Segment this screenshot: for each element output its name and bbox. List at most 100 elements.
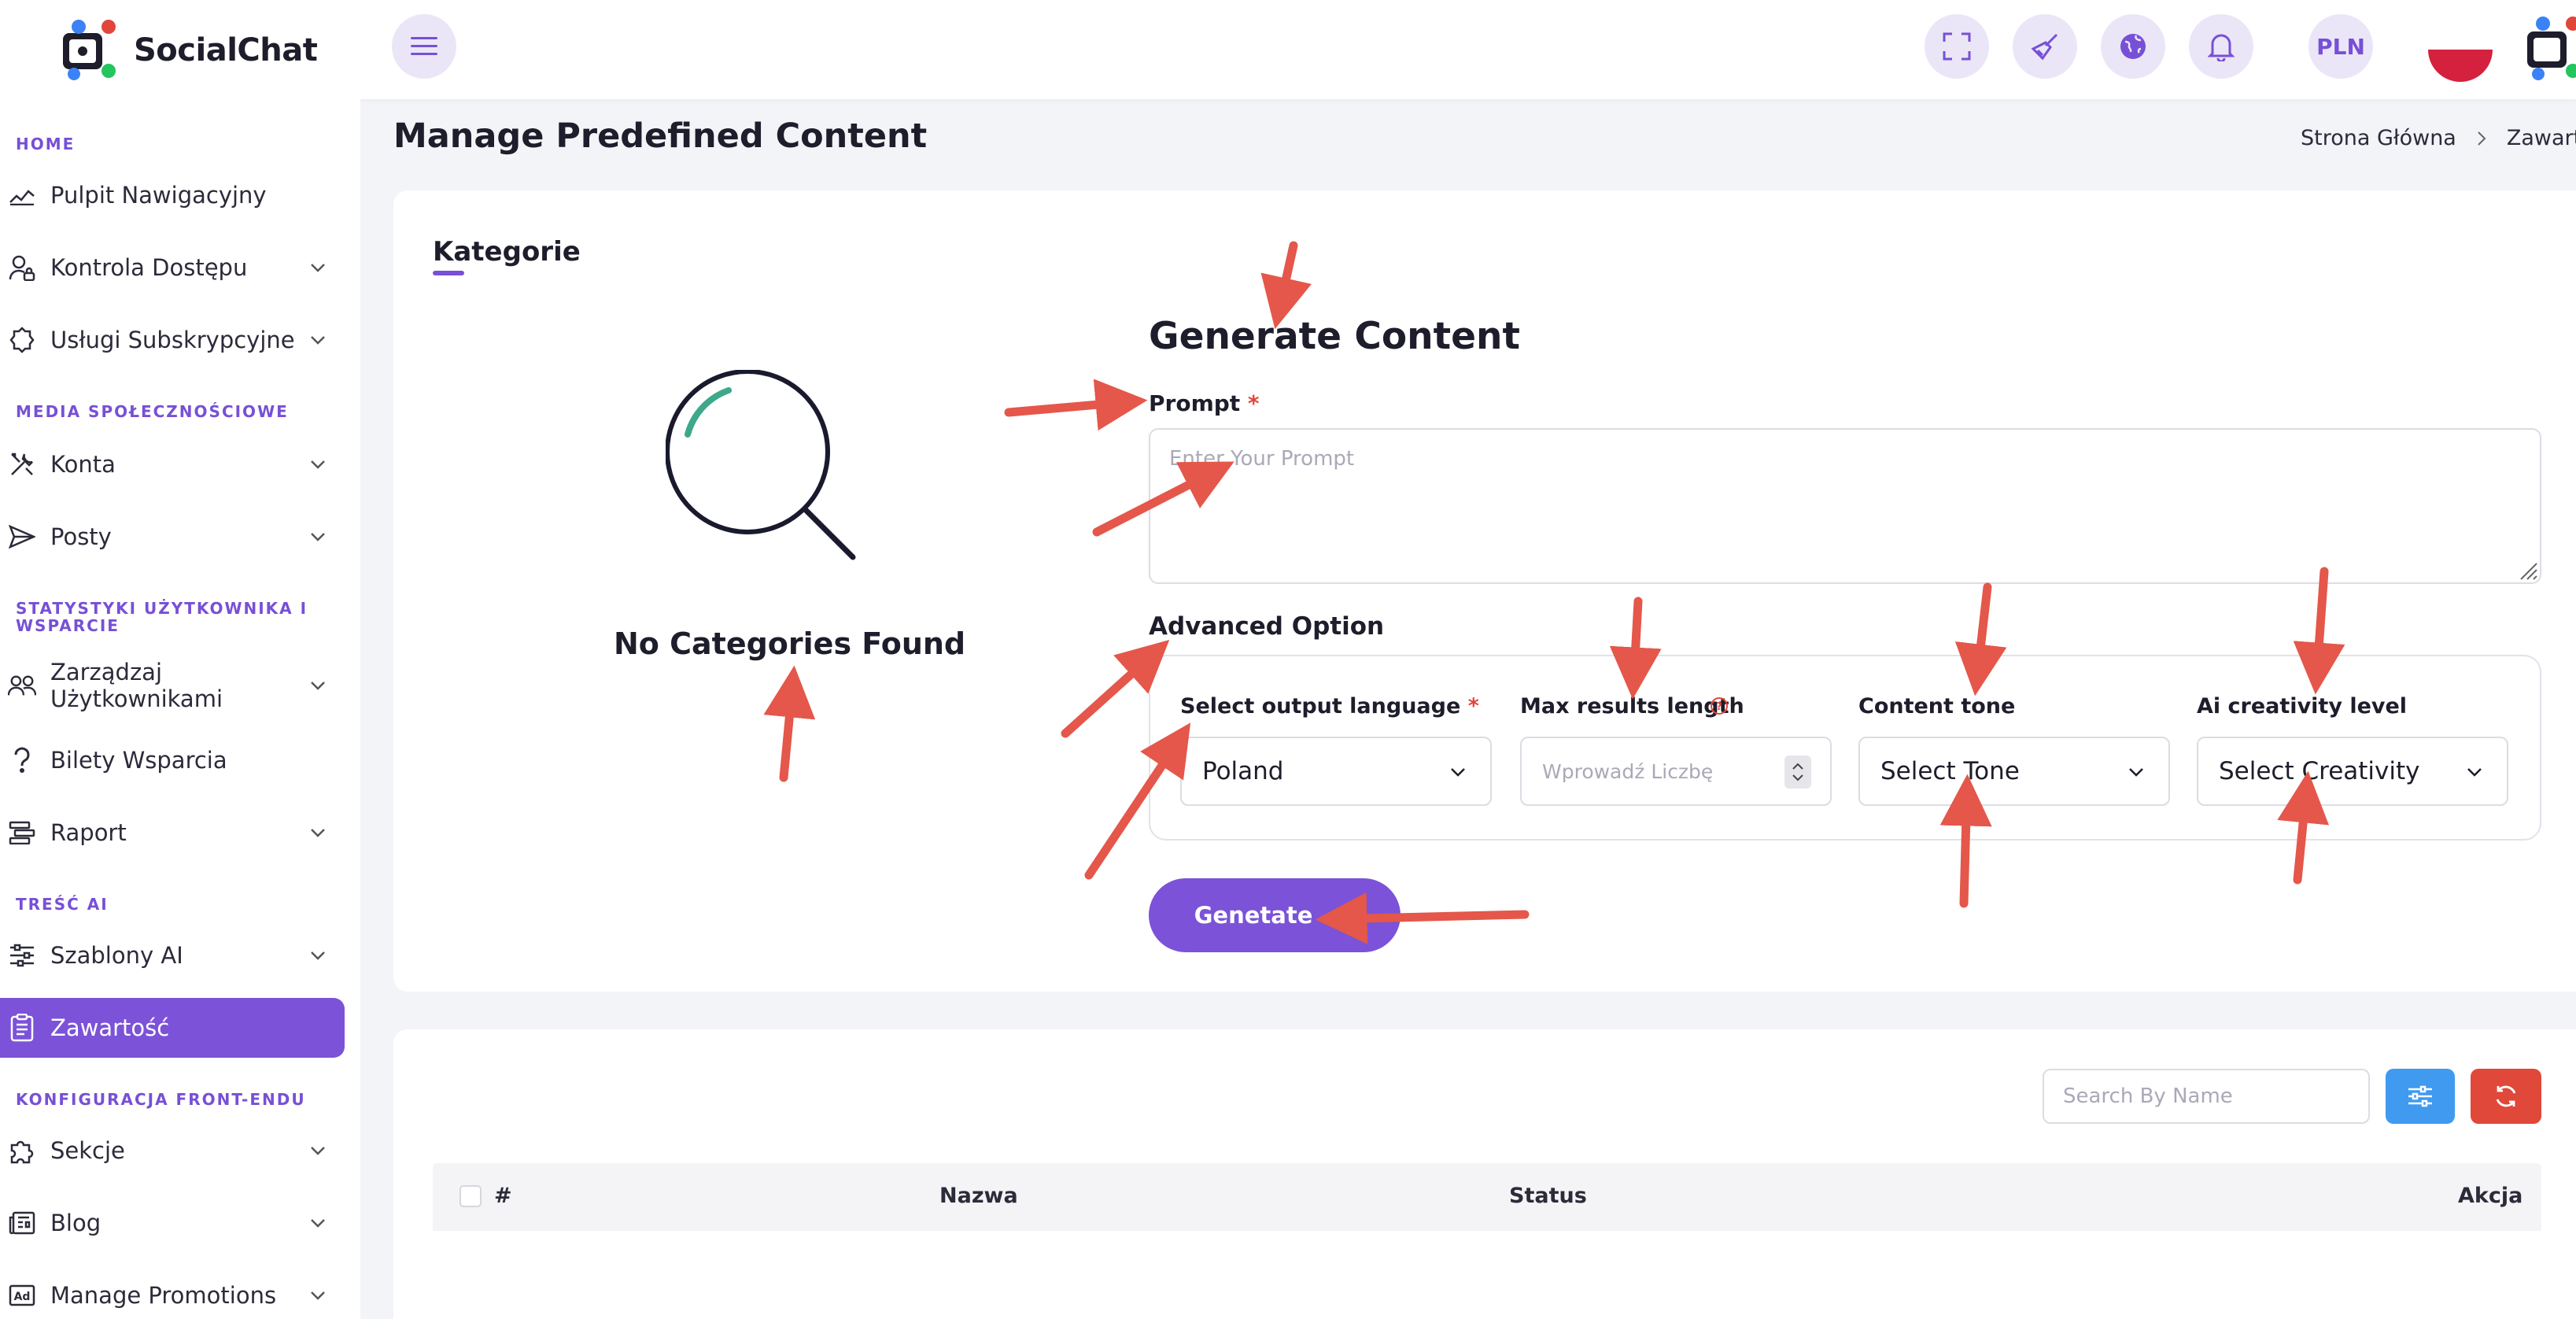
generate-button[interactable]: Genetate <box>1149 878 1401 952</box>
select-all-checkbox[interactable] <box>459 1185 482 1207</box>
resize-handle-icon[interactable] <box>2518 560 2538 581</box>
content-generator-card <box>393 190 2576 992</box>
filter-sliders-icon <box>2408 1085 2432 1107</box>
app-name: SocialChat <box>134 32 318 68</box>
sidebar-item-posty[interactable]: Posty <box>0 507 345 567</box>
prompt-textarea[interactable]: Enter Your Prompt <box>1149 428 2541 584</box>
chevron-down-icon <box>2467 768 2482 777</box>
chevron-down-icon <box>311 682 325 690</box>
currency-label: PLN <box>2316 33 2365 60</box>
prompt-placeholder: Enter Your Prompt <box>1169 447 1355 471</box>
app-logo[interactable]: SocialChat <box>60 9 318 91</box>
column-header-name[interactable]: Nazwa <box>939 1184 1018 1208</box>
chevron-down-icon <box>311 951 325 960</box>
sidebar-item-label: Szablony AI <box>50 942 183 969</box>
sidebar-section-title: TREŚĆ AI <box>16 895 109 914</box>
language-flag-poland[interactable] <box>2428 17 2493 82</box>
chevron-down-icon <box>311 533 325 541</box>
sidebar-section-title: KONFIGURACJA FRONT-ENDU <box>16 1090 306 1109</box>
sidebar-item-label: Raport <box>50 819 127 846</box>
notifications-button[interactable] <box>2189 14 2253 79</box>
sidebar-item-label: Bilety Wsparcia <box>50 747 227 774</box>
sidebar-item-label: Konta <box>50 451 116 478</box>
chevron-down-icon <box>311 264 325 272</box>
creativity-label: Ai creativity level <box>2197 694 2408 719</box>
chevron-down-icon <box>311 1219 325 1228</box>
column-header-status[interactable]: Status <box>1509 1184 1587 1208</box>
svg-text:?: ? <box>1716 701 1722 713</box>
badge-icon <box>8 326 36 354</box>
chevron-down-icon <box>311 829 325 837</box>
sidebar-item-label: Manage Promotions <box>50 1282 277 1309</box>
sidebar-item-blog[interactable]: Blog <box>0 1193 345 1253</box>
logo-icon <box>63 20 116 80</box>
paper-plane-icon <box>1328 903 1356 927</box>
tools-icon <box>8 450 36 478</box>
sidebar-item-sekcje[interactable]: Sekcje <box>0 1121 345 1180</box>
creativity-value: Select Creativity <box>2219 757 2420 785</box>
sidebar-item-label: Blog <box>50 1210 101 1236</box>
sidebar-item-raport[interactable]: Raport <box>0 803 345 863</box>
user-avatar[interactable] <box>2522 11 2576 85</box>
chevron-right-icon <box>2478 131 2486 146</box>
sidebar-item-pulpit[interactable]: Pulpit Nawigacyjny <box>0 165 345 225</box>
generate-button-label: Genetate <box>1194 902 1313 929</box>
breadcrumb-current: Zawartość <box>2506 126 2576 150</box>
globe-icon <box>2120 34 2146 59</box>
broom-icon <box>2031 33 2058 61</box>
sidebar-item-szablony[interactable]: Szablony AI <box>0 926 345 985</box>
chevron-down-icon <box>311 1291 325 1300</box>
puzzle-icon <box>8 1136 36 1165</box>
sidebar-item-label: Pulpit Nawigacyjny <box>50 182 267 209</box>
sidebar-item-label: Posty <box>50 523 112 550</box>
output-language-label: Select output language * <box>1180 694 1479 719</box>
sidebar-section-title: HOME <box>16 135 76 153</box>
sidebar-item-zawartosc[interactable]: Zawartość <box>0 998 345 1058</box>
sidebar-item-uzytkownicy[interactable]: Zarządzaj Użytkownikami <box>0 652 345 719</box>
refresh-icon <box>2496 1085 2516 1107</box>
output-language-select[interactable]: Poland <box>1180 737 1492 806</box>
breadcrumb: Strona Główna Zawartość <box>2301 126 2576 150</box>
prompt-label: Prompt * <box>1149 390 1260 416</box>
user-lock-icon <box>8 253 36 282</box>
page-title: Manage Predefined Content <box>393 116 928 156</box>
search-by-name-input[interactable]: Search By Name <box>2043 1069 2370 1124</box>
bell-icon <box>2208 34 2235 61</box>
ad-icon: Ad <box>8 1281 36 1310</box>
top-bar: SocialChat PLN <box>0 0 2576 99</box>
sidebar-item-konta[interactable]: Konta <box>0 434 345 494</box>
sidebar-item-promotions[interactable]: Ad Manage Promotions <box>0 1265 345 1319</box>
column-header-action: Akcja <box>2458 1184 2523 1208</box>
refresh-button[interactable] <box>2471 1069 2541 1124</box>
sidebar-item-bilety[interactable]: Bilety Wsparcia <box>0 730 345 790</box>
max-length-input[interactable]: Wprowadź Liczbę <box>1520 737 1832 806</box>
sidebar-section-title: MEDIA SPOŁECZNOŚCIOWE <box>16 402 289 421</box>
menu-toggle-button[interactable] <box>392 14 456 79</box>
prompt-label-text: Prompt <box>1149 390 1241 416</box>
fullscreen-icon <box>1943 32 1971 61</box>
required-marker: * <box>1247 390 1260 416</box>
currency-button[interactable]: PLN <box>2308 14 2373 79</box>
chevron-down-icon <box>311 336 325 345</box>
sidebar-item-kontrola[interactable]: Kontrola Dostępu <box>0 238 345 297</box>
generate-content-title: Generate Content <box>1149 315 1520 358</box>
column-header-index: # <box>494 1184 512 1208</box>
sidebar-item-label: Zawartość <box>50 1014 170 1041</box>
tab-categories[interactable]: Kategorie <box>433 236 581 268</box>
report-icon <box>8 818 36 847</box>
clear-cache-button[interactable] <box>2013 14 2077 79</box>
language-button[interactable] <box>2101 14 2165 79</box>
creativity-select[interactable]: Select Creativity <box>2197 737 2508 806</box>
chevron-down-icon <box>311 1147 325 1155</box>
breadcrumb-home-link[interactable]: Strona Główna <box>2301 126 2456 150</box>
fullscreen-button[interactable] <box>1925 14 1989 79</box>
content-tone-label: Content tone <box>1858 694 2016 719</box>
content-tone-select[interactable]: Select Tone <box>1858 737 2170 806</box>
filter-button[interactable] <box>2386 1069 2455 1124</box>
max-length-placeholder: Wprowadź Liczbę <box>1542 759 1714 783</box>
help-circle-icon[interactable]: ? <box>1709 696 1729 716</box>
sliders-icon <box>8 941 36 970</box>
sidebar-item-label: Usługi Subskrypcyjne <box>50 327 295 353</box>
number-stepper-icon[interactable] <box>1784 756 1811 789</box>
sidebar-item-subskrypcje[interactable]: Usługi Subskrypcyjne <box>0 310 345 370</box>
